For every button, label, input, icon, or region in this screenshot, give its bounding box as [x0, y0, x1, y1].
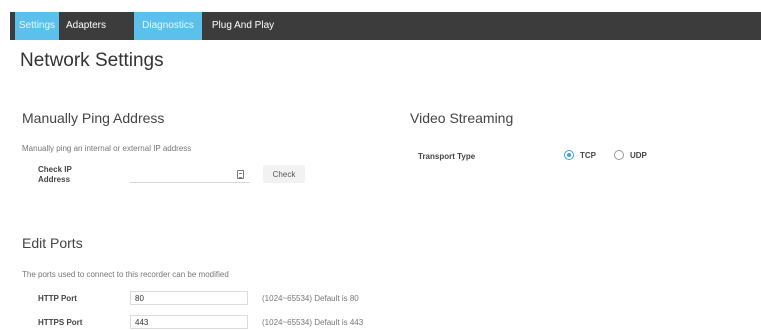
clipboard-icon[interactable]: [237, 170, 244, 179]
udp-radio[interactable]: [614, 150, 624, 160]
http-port-label: HTTP Port: [38, 294, 77, 303]
video-section-title: Video Streaming: [410, 110, 514, 126]
udp-radio-label[interactable]: UDP: [630, 151, 647, 160]
check-ip-input[interactable]: [130, 167, 250, 183]
https-port-hint: (1024~65534) Default is 443: [262, 318, 364, 327]
https-port-label: HTTPS Port: [38, 318, 83, 327]
ports-description: The ports used to connect to this record…: [22, 270, 229, 279]
tab-settings[interactable]: Settings: [15, 12, 59, 40]
ping-description: Manually ping an internal or external IP…: [22, 144, 192, 153]
tcp-radio-label[interactable]: TCP: [580, 151, 596, 160]
http-port-hint: (1024~65534) Default is 80: [262, 294, 359, 303]
ports-section-title: Edit Ports: [22, 235, 83, 251]
check-button[interactable]: Check: [263, 165, 305, 183]
tab-diagnostics[interactable]: Diagnostics: [134, 12, 202, 40]
check-ip-label-line2: Address: [38, 175, 71, 184]
transport-type-label: Transport Type: [418, 152, 476, 161]
ping-section-title: Manually Ping Address: [22, 110, 165, 126]
top-nav-bar: Settings Adapters Diagnostics Plug And P…: [10, 12, 761, 40]
check-ip-label: Check IP Address: [38, 165, 72, 185]
tab-adapters[interactable]: Adapters: [62, 12, 110, 40]
page-title: Network Settings: [20, 50, 164, 71]
check-ip-label-line1: Check IP: [38, 165, 72, 174]
tab-plug-and-play[interactable]: Plug And Play: [205, 12, 281, 40]
https-port-input[interactable]: [130, 315, 248, 329]
tcp-radio[interactable]: [564, 150, 574, 160]
http-port-input[interactable]: [130, 291, 248, 305]
